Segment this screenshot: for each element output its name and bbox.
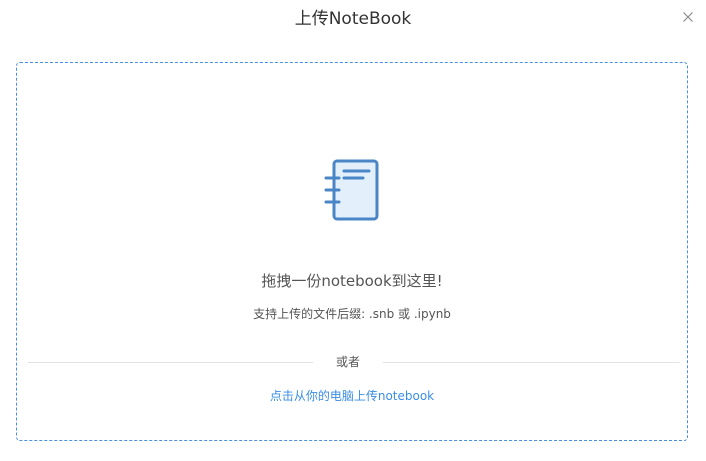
notebook-icon xyxy=(324,159,379,221)
close-icon xyxy=(683,12,693,22)
upload-from-computer-link[interactable]: 点击从你的电脑上传notebook xyxy=(17,388,687,404)
file-extension-hint: 支持上传的文件后缀: .snb 或 .ipynb xyxy=(253,307,451,321)
drag-instruction: 拖拽一份notebook到这里! xyxy=(261,272,443,290)
or-label: 或者 xyxy=(335,355,360,369)
divider-line-right xyxy=(383,362,680,363)
file-dropzone[interactable]: 拖拽一份notebook到这里! 支持上传的文件后缀: .snb 或 .ipyn… xyxy=(16,62,688,441)
upload-notebook-dialog: 上传NoteBook 拖拽一份notebook到这里! 支持上传的文件后缀: .… xyxy=(0,0,706,461)
dialog-title: 上传NoteBook xyxy=(294,9,412,29)
close-button[interactable] xyxy=(680,9,696,25)
or-divider: 或者 xyxy=(28,353,680,371)
divider-line-left xyxy=(28,362,313,363)
